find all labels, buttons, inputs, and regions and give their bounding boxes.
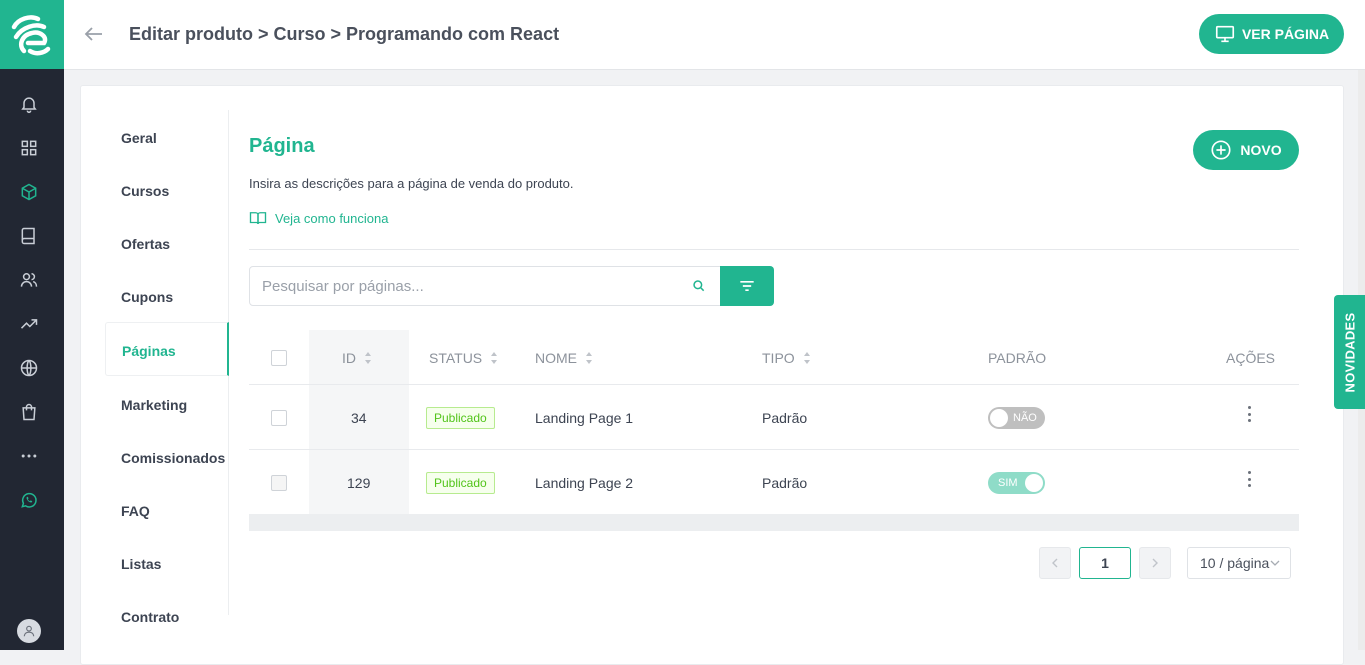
toggle-knob bbox=[990, 409, 1008, 427]
row-tipo: Padrão bbox=[762, 475, 808, 491]
row-divider bbox=[249, 384, 1299, 385]
column-header-status-label: STATUS bbox=[429, 350, 483, 366]
submenu-item-contrato[interactable]: Contrato bbox=[121, 609, 179, 625]
novo-button[interactable]: NOVO bbox=[1193, 130, 1299, 170]
submenu-item-ofertas[interactable]: Ofertas bbox=[121, 236, 170, 252]
page-size-value: 10 / página bbox=[1200, 555, 1270, 571]
page-title: Página bbox=[249, 135, 315, 157]
submenu-item-comissionados[interactable]: Comissionados bbox=[121, 450, 225, 466]
chevron-right-icon bbox=[1152, 558, 1158, 568]
monitor-icon bbox=[1215, 25, 1235, 43]
sort-icon bbox=[586, 352, 592, 364]
row-actions-icon[interactable] bbox=[1247, 406, 1251, 422]
box-icon[interactable] bbox=[17, 180, 41, 204]
sort-icon bbox=[365, 352, 371, 364]
next-page-button[interactable] bbox=[1139, 547, 1171, 579]
avatar[interactable] bbox=[17, 619, 41, 643]
filter-icon bbox=[740, 281, 754, 291]
grid-icon[interactable] bbox=[17, 136, 41, 160]
more-icon[interactable] bbox=[17, 444, 41, 468]
current-page-button[interactable]: 1 bbox=[1079, 547, 1131, 579]
plus-circle-icon bbox=[1211, 140, 1231, 160]
ver-pagina-label: VER PÁGINA bbox=[1241, 26, 1330, 42]
toggle-label: SIM bbox=[998, 477, 1018, 489]
row-id: 34 bbox=[351, 410, 367, 426]
select-all-checkbox[interactable] bbox=[271, 350, 287, 366]
submenu-item-marketing[interactable]: Marketing bbox=[121, 397, 187, 413]
submenu-item-listas[interactable]: Listas bbox=[121, 556, 161, 572]
row-nome[interactable]: Landing Page 2 bbox=[535, 475, 633, 491]
column-header-padrao: PADRÃO bbox=[988, 350, 1046, 366]
row-checkbox[interactable] bbox=[271, 475, 287, 491]
column-header-id[interactable]: ID bbox=[342, 350, 372, 366]
column-header-nome[interactable]: NOME bbox=[535, 350, 593, 366]
column-header-id-label: ID bbox=[342, 350, 356, 366]
toggle-knob bbox=[1025, 474, 1043, 492]
ver-pagina-button[interactable]: VER PÁGINA bbox=[1199, 14, 1344, 54]
column-header-status[interactable]: STATUS bbox=[429, 350, 498, 366]
sort-icon bbox=[491, 352, 498, 364]
column-header-padrao-label: PADRÃO bbox=[988, 350, 1047, 366]
submenu-item-paginas[interactable]: Páginas bbox=[122, 343, 176, 359]
row-divider bbox=[249, 449, 1299, 450]
novidades-label: NOVIDADES bbox=[1342, 312, 1357, 392]
globe-icon[interactable] bbox=[17, 356, 41, 380]
status-badge: Publicado bbox=[426, 472, 495, 494]
row-nome[interactable]: Landing Page 1 bbox=[535, 410, 633, 426]
main-sidebar bbox=[0, 0, 64, 650]
row-tipo: Padrão bbox=[762, 410, 808, 426]
howto-link-label: Veja como funciona bbox=[275, 210, 389, 226]
chevron-down-icon bbox=[1270, 560, 1280, 566]
search-input[interactable] bbox=[250, 267, 670, 305]
prev-page-button[interactable] bbox=[1039, 547, 1071, 579]
search-box bbox=[249, 266, 721, 306]
chevron-left-icon bbox=[1052, 558, 1058, 568]
trending-icon[interactable] bbox=[17, 312, 41, 336]
book-icon[interactable] bbox=[17, 224, 41, 248]
column-header-tipo[interactable]: TIPO bbox=[762, 350, 811, 366]
logo-icon bbox=[11, 14, 51, 55]
page-description: Insira as descrições para a página de ve… bbox=[249, 176, 574, 191]
submenu-item-cursos[interactable]: Cursos bbox=[121, 183, 169, 199]
novidades-tab[interactable]: NOVIDADES bbox=[1334, 295, 1365, 409]
search-icon[interactable] bbox=[692, 279, 706, 293]
open-book-icon bbox=[249, 212, 267, 225]
column-header-acoes: AÇÕES bbox=[1226, 350, 1275, 366]
row-id: 129 bbox=[347, 475, 371, 491]
users-icon[interactable] bbox=[17, 268, 41, 292]
column-header-acoes-label: AÇÕES bbox=[1226, 350, 1276, 366]
app-logo[interactable] bbox=[0, 0, 64, 69]
filter-button[interactable] bbox=[720, 266, 774, 306]
breadcrumb: Editar produto > Curso > Programando com… bbox=[129, 24, 560, 44]
page-size-select[interactable]: 10 / página bbox=[1187, 547, 1291, 579]
bell-icon[interactable] bbox=[17, 92, 41, 116]
column-header-nome-label: NOME bbox=[535, 350, 577, 366]
table-horizontal-scrollbar[interactable] bbox=[249, 514, 1299, 531]
divider bbox=[249, 249, 1299, 250]
toggle-label: NÃO bbox=[1013, 412, 1037, 424]
padrao-toggle[interactable]: SIM bbox=[988, 472, 1045, 494]
submenu-item-cupons[interactable]: Cupons bbox=[121, 289, 173, 305]
column-header-tipo-label: TIPO bbox=[762, 350, 795, 366]
submenu-item-faq[interactable]: FAQ bbox=[121, 503, 150, 519]
bag-icon[interactable] bbox=[17, 400, 41, 424]
sort-icon bbox=[803, 352, 810, 364]
whatsapp-icon[interactable] bbox=[17, 488, 41, 512]
status-badge: Publicado bbox=[426, 407, 495, 429]
top-bar: Editar produto > Curso > Programando com… bbox=[64, 0, 1365, 70]
row-actions-icon[interactable] bbox=[1247, 471, 1251, 487]
back-arrow-icon[interactable] bbox=[82, 22, 106, 46]
novo-label: NOVO bbox=[1240, 142, 1282, 158]
submenu-item-geral[interactable]: Geral bbox=[121, 130, 157, 146]
padrao-toggle[interactable]: NÃO bbox=[988, 407, 1045, 429]
product-submenu: Geral Cursos Ofertas Cupons Páginas Mark… bbox=[105, 110, 229, 625]
howto-link[interactable]: Veja como funciona bbox=[249, 209, 388, 227]
row-checkbox[interactable] bbox=[271, 410, 287, 426]
